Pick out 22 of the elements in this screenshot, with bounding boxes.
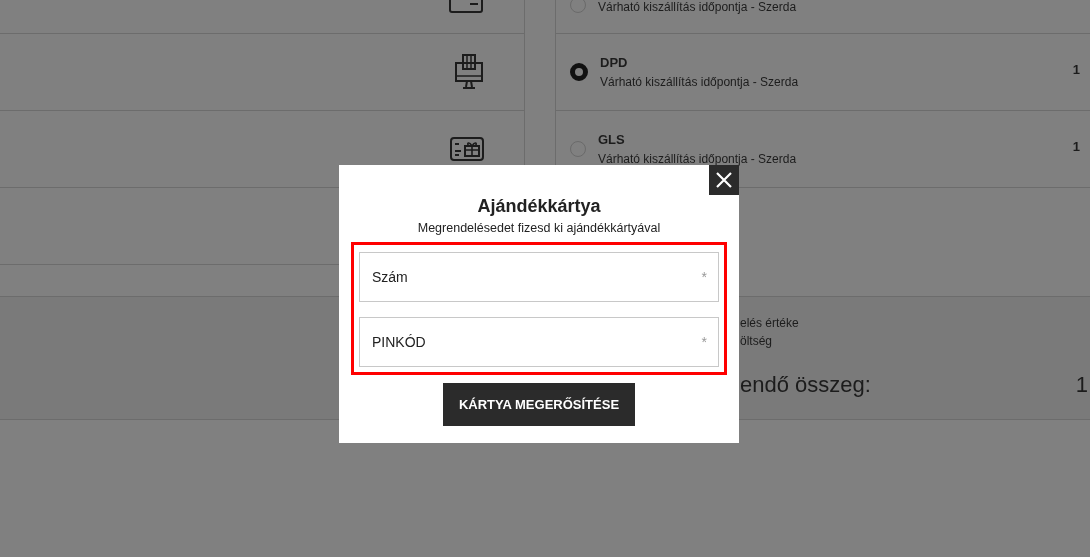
shipping-price: 1 xyxy=(1072,62,1080,77)
shipping-name: DPD xyxy=(600,55,629,70)
required-mark: * xyxy=(701,334,707,350)
close-button[interactable] xyxy=(709,165,739,195)
radio-button[interactable] xyxy=(570,63,588,81)
payment-terminal-icon xyxy=(454,54,484,90)
gift-card-icon xyxy=(450,137,484,161)
shipping-price: 1 xyxy=(1072,139,1080,154)
confirm-card-button[interactable]: KÁRTYA MEGERŐSÍTÉSE xyxy=(442,383,636,426)
delivery-date: Várható kiszállítás időpontja - Szerda xyxy=(600,75,799,89)
card-icon xyxy=(448,0,484,14)
summary-label: elés értéke xyxy=(740,315,800,332)
delivery-date: Várható kiszállítás időpontja - Szerda xyxy=(598,0,797,14)
delivery-date: Várható kiszállítás időpontja - Szerda xyxy=(598,152,797,166)
summary-label: öltség xyxy=(740,333,774,350)
dialog-title: Ajándékkártya xyxy=(477,196,601,217)
total-value: 1 xyxy=(1075,372,1088,398)
total-label: endő összeg: xyxy=(740,372,871,398)
close-icon xyxy=(716,172,732,188)
dialog-subtitle: Megrendelésedet fizesd ki ajándékkártyával xyxy=(417,221,661,235)
required-mark: * xyxy=(701,269,707,285)
shipping-name: GLS xyxy=(598,132,626,147)
